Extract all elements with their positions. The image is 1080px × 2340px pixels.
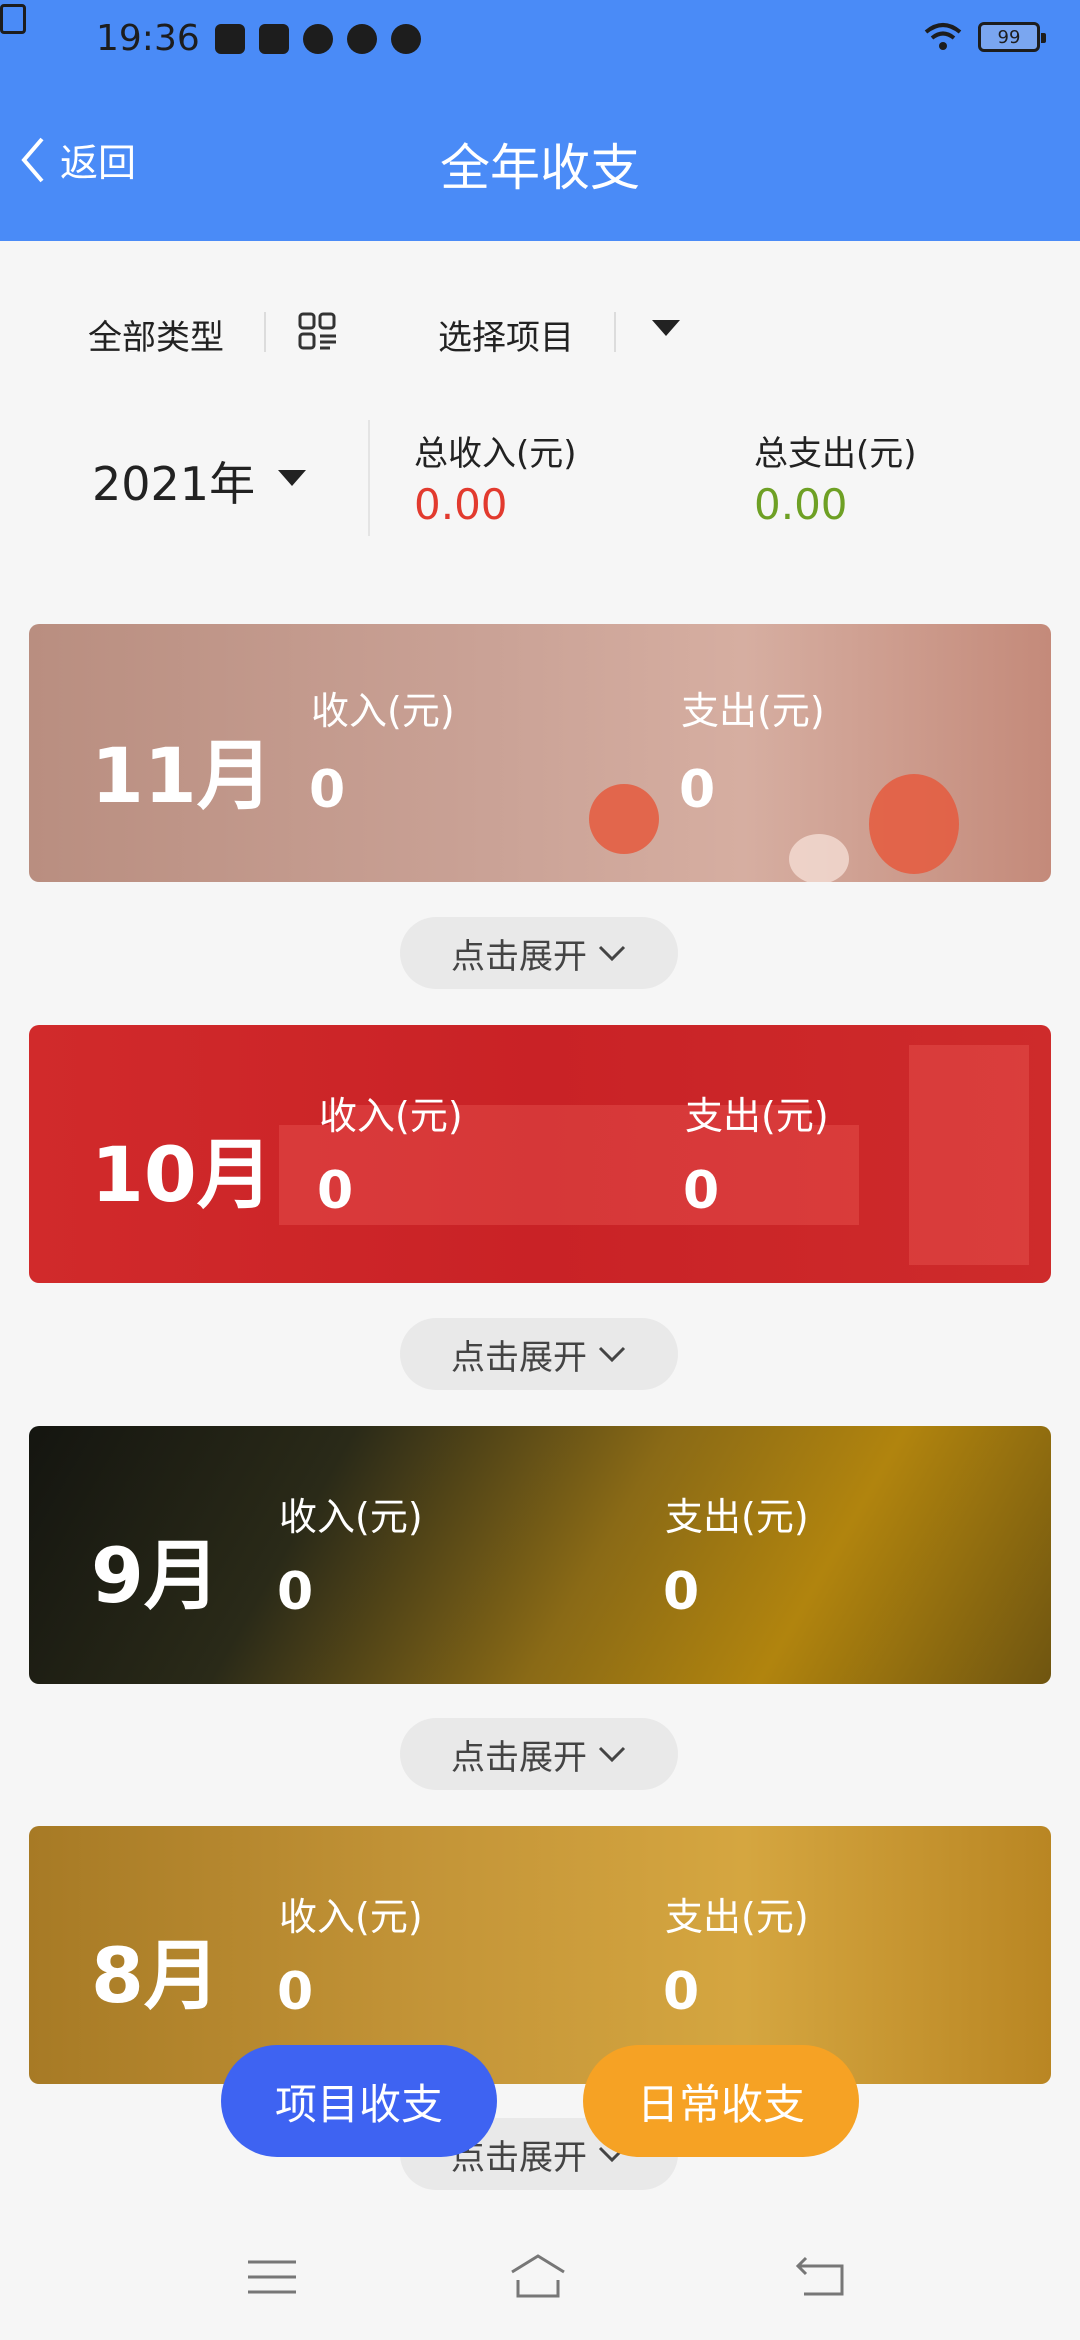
expense-value: 0 bbox=[663, 1962, 700, 2022]
month-label: 9月 bbox=[91, 1531, 220, 1620]
expand-label: 点击展开 bbox=[451, 936, 587, 977]
expense-value: 0 bbox=[683, 1161, 720, 1221]
total-expense-label: 总支出(元) bbox=[754, 434, 917, 474]
chevron-down-icon bbox=[598, 1746, 626, 1763]
expense-label: 支出(元) bbox=[665, 1895, 809, 1939]
daily-income-expense-button[interactable]: 日常收支 bbox=[583, 2045, 859, 2157]
status-bar: 19:36 99 bbox=[0, 0, 1080, 84]
month-label: 11月 bbox=[91, 731, 273, 820]
income-value: 0 bbox=[317, 1161, 354, 1221]
expand-label: 点击展开 bbox=[451, 1337, 587, 1378]
month-card-10[interactable]: 10月 收入(元) 0 支出(元) 0 bbox=[29, 1025, 1051, 1283]
filter-bar: 全部类型 选择项目 bbox=[0, 300, 1080, 360]
income-value: 0 bbox=[277, 1962, 314, 2022]
caret-down-icon[interactable] bbox=[652, 320, 680, 336]
app-header: 19:36 99 返回 全年收支 bbox=[0, 0, 1080, 241]
expand-label: 点击展开 bbox=[451, 1737, 587, 1778]
expense-label: 支出(元) bbox=[685, 1094, 829, 1138]
project-income-expense-button[interactable]: 项目收支 bbox=[221, 2045, 497, 2157]
decoration bbox=[869, 774, 959, 874]
decoration bbox=[589, 784, 659, 854]
battery-icon: 99 bbox=[978, 22, 1046, 52]
income-label: 收入(元) bbox=[311, 689, 455, 733]
page-title: 全年收支 bbox=[440, 139, 640, 197]
system-nav-bar bbox=[0, 2200, 1080, 2340]
category-grid-icon[interactable] bbox=[298, 312, 338, 352]
expand-button[interactable]: 点击展开 bbox=[400, 917, 678, 989]
chevron-down-icon bbox=[598, 945, 626, 962]
income-value: 0 bbox=[277, 1562, 314, 1622]
income-value: 0 bbox=[309, 760, 346, 820]
total-income-label: 总收入(元) bbox=[414, 434, 577, 474]
income-label: 收入(元) bbox=[279, 1895, 423, 1939]
decoration bbox=[909, 1045, 1029, 1265]
divider bbox=[264, 312, 266, 352]
divider bbox=[368, 420, 370, 536]
cloud-icon bbox=[303, 24, 333, 54]
expense-value: 0 bbox=[679, 760, 716, 820]
menu-icon[interactable] bbox=[242, 2252, 302, 2302]
expense-label: 支出(元) bbox=[665, 1495, 809, 1539]
income-label: 收入(元) bbox=[279, 1495, 423, 1539]
expand-button[interactable]: 点击展开 bbox=[400, 1718, 678, 1790]
decoration bbox=[279, 1125, 859, 1225]
total-income-value: 0.00 bbox=[414, 480, 508, 529]
battery-level: 99 bbox=[997, 26, 1021, 48]
notification-icons bbox=[215, 24, 421, 54]
sim-off-icon bbox=[0, 4, 26, 34]
app-icon bbox=[215, 24, 245, 54]
month-label: 8月 bbox=[91, 1931, 220, 2020]
chevron-down-icon bbox=[598, 1346, 626, 1363]
compass-icon bbox=[347, 24, 377, 54]
month-card-9[interactable]: 9月 收入(元) 0 支出(元) 0 bbox=[29, 1426, 1051, 1684]
month-label: 10月 bbox=[91, 1130, 273, 1219]
year-select[interactable]: 2021年 bbox=[92, 448, 255, 514]
month-card-11[interactable]: 11月 收入(元) 0 支出(元) 0 bbox=[29, 624, 1051, 882]
wifi-icon bbox=[924, 22, 962, 52]
expand-button[interactable]: 点击展开 bbox=[400, 1318, 678, 1390]
income-label: 收入(元) bbox=[319, 1094, 463, 1138]
divider bbox=[614, 312, 616, 352]
project-select[interactable]: 选择项目 bbox=[438, 310, 574, 359]
expense-label: 支出(元) bbox=[681, 689, 825, 733]
caret-down-icon[interactable] bbox=[278, 470, 306, 486]
month-card-8[interactable]: 8月 收入(元) 0 支出(元) 0 bbox=[29, 1826, 1051, 2084]
expense-value: 0 bbox=[663, 1562, 700, 1622]
status-time: 19:36 bbox=[96, 18, 200, 59]
total-expense-value: 0.00 bbox=[754, 480, 848, 529]
decoration bbox=[789, 834, 849, 882]
type-filter[interactable]: 全部类型 bbox=[88, 310, 224, 359]
mail-icon bbox=[259, 24, 289, 54]
fan-icon bbox=[391, 24, 421, 54]
home-icon[interactable] bbox=[508, 2252, 568, 2302]
back-icon[interactable] bbox=[792, 2252, 852, 2302]
